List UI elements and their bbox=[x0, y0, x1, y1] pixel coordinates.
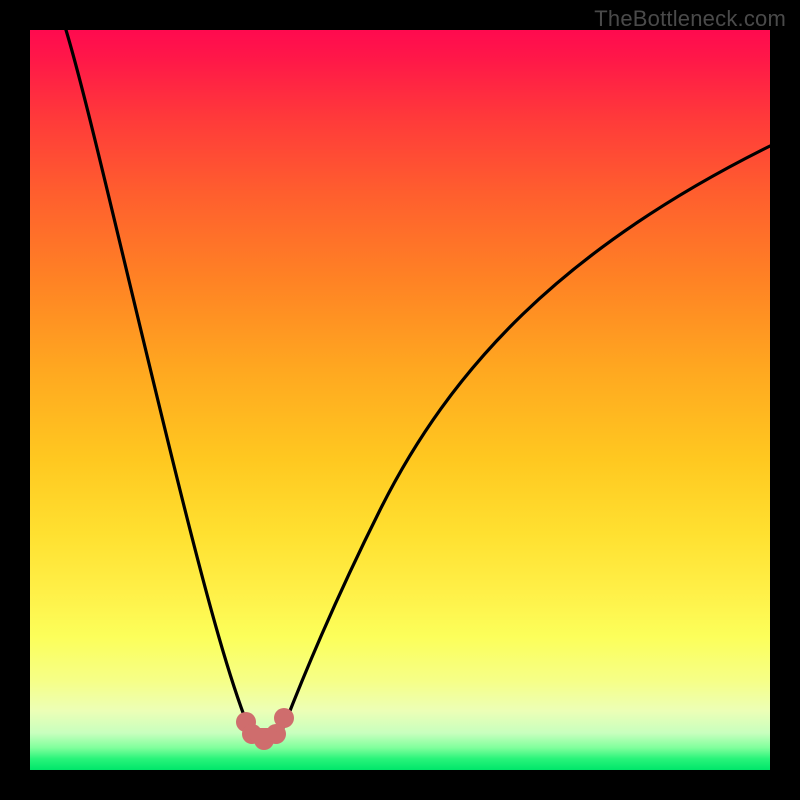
optimal-region-markers bbox=[236, 708, 294, 750]
watermark-text: TheBottleneck.com bbox=[594, 6, 786, 32]
chart-svg bbox=[30, 30, 770, 770]
chart-area bbox=[30, 30, 770, 770]
bottleneck-curve bbox=[66, 30, 770, 740]
